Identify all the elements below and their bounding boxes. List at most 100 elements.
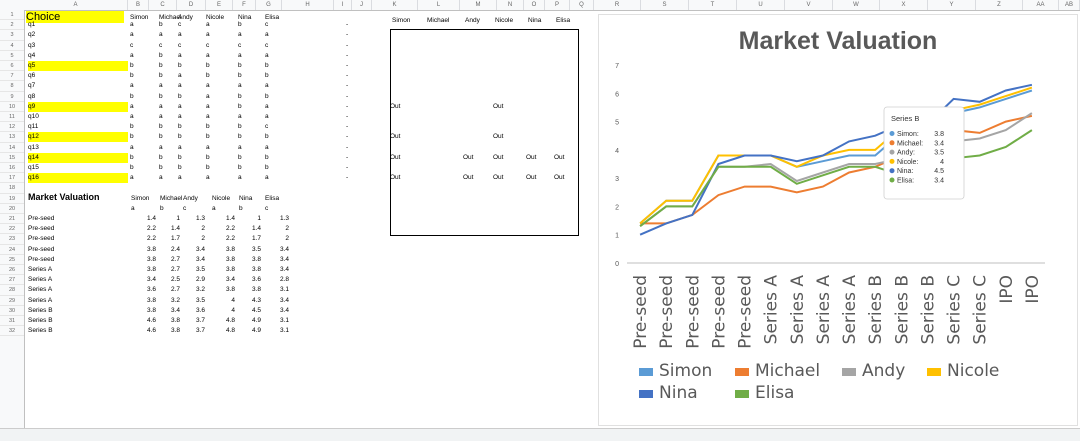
answer-cell: a xyxy=(206,21,210,29)
column-header-j[interactable]: J xyxy=(352,0,372,10)
answer-cell: b xyxy=(159,123,163,131)
tooltip-value: 4.5 xyxy=(934,168,944,175)
row-header-32[interactable]: 32 xyxy=(0,326,24,337)
column-header-c[interactable]: C xyxy=(149,0,177,10)
column-header-m[interactable]: M xyxy=(460,0,497,10)
column-header-b[interactable]: B xyxy=(128,0,149,10)
column-header-s[interactable]: S xyxy=(641,0,689,10)
row-header-14[interactable]: 14 xyxy=(0,143,24,153)
question-label: q6 xyxy=(28,72,36,80)
mv-value-cell: 3.8 xyxy=(170,327,180,335)
column-header-i[interactable]: I xyxy=(334,0,352,10)
row-header-31[interactable]: 31 xyxy=(0,316,24,327)
column-header-aa[interactable]: AA xyxy=(1023,0,1059,10)
column-header-y[interactable]: Y xyxy=(928,0,976,10)
row-header-30[interactable]: 30 xyxy=(0,306,24,316)
column-header-v[interactable]: V xyxy=(785,0,833,10)
row-header-3[interactable]: 3 xyxy=(0,30,24,41)
row-header-27[interactable]: 27 xyxy=(0,275,24,286)
tooltip-label: Michael: xyxy=(897,140,923,147)
column-header-f[interactable]: F xyxy=(233,0,256,10)
row-header-13[interactable]: 13 xyxy=(0,132,24,143)
column-header-r[interactable]: R xyxy=(594,0,641,10)
mv-value-cell: 1.4 xyxy=(225,215,235,222)
series-line-elisa xyxy=(639,129,1033,227)
answer-cell: a xyxy=(178,72,182,80)
row-header-25[interactable]: 25 xyxy=(0,255,24,265)
row-header-7[interactable]: 7 xyxy=(0,71,24,82)
column-header-w[interactable]: W xyxy=(833,0,880,10)
answer-cell: b xyxy=(178,123,182,131)
row-header-15[interactable]: 15 xyxy=(0,153,24,163)
column-header-l[interactable]: L xyxy=(418,0,460,10)
row-header-10[interactable]: 10 xyxy=(0,102,24,112)
mv-value-cell: 3.8 xyxy=(251,286,261,294)
row-header-4[interactable]: 4 xyxy=(0,41,24,51)
sheet-bottom-bar xyxy=(0,428,1080,441)
row-header-19[interactable]: 19 xyxy=(0,194,24,204)
mv-row-label: Series A xyxy=(28,296,53,304)
row-header-9[interactable]: 9 xyxy=(0,92,24,102)
column-header-o[interactable]: O xyxy=(524,0,545,10)
x-tick-label: Pre-seed xyxy=(683,275,703,349)
answer-cell: a xyxy=(206,31,210,39)
row-header-23[interactable]: 23 xyxy=(0,234,24,245)
row-header-8[interactable]: 8 xyxy=(0,81,24,92)
column-header-p[interactable]: P xyxy=(545,0,570,10)
row-header-11[interactable]: 11 xyxy=(0,112,24,123)
column-header-g[interactable]: G xyxy=(256,0,282,10)
row-header-22[interactable]: 22 xyxy=(0,224,24,235)
row-header-29[interactable]: 29 xyxy=(0,296,24,306)
question-label: q4 xyxy=(28,51,36,59)
row-header-20[interactable]: 20 xyxy=(0,204,24,214)
row-header-28[interactable]: 28 xyxy=(0,285,24,296)
series-line-nina xyxy=(639,83,1033,236)
column-header-k[interactable]: K xyxy=(372,0,418,10)
row-header-1[interactable]: 1 xyxy=(0,10,24,21)
mv-row-label: Pre-seed xyxy=(28,255,55,263)
column-header-z[interactable]: Z xyxy=(976,0,1023,10)
market-valuation-chart[interactable]: Market Valuation 0 1 2 3 4 5 6 7 Pre-seed Pre-seed… xyxy=(598,14,1078,426)
mv-value-cell: 3.6 xyxy=(251,276,261,284)
row-header-21[interactable]: 21 xyxy=(0,214,24,225)
row-header-12[interactable]: 12 xyxy=(0,122,24,133)
legend-label-nina: Nina xyxy=(659,383,698,403)
mv-table-header: Nina xyxy=(239,194,253,202)
tooltip-value: 3.5 xyxy=(934,150,944,157)
row-header-16[interactable]: 16 xyxy=(0,163,24,174)
out-box-header: Andy xyxy=(465,17,480,24)
out-box-header: Elisa xyxy=(556,17,571,24)
mv-value-cell: 4.6 xyxy=(146,327,156,335)
column-header-ab[interactable]: AB xyxy=(1059,0,1080,10)
row-header-26[interactable]: 26 xyxy=(0,265,24,276)
dash-cell: - xyxy=(346,31,349,39)
column-header-n[interactable]: N xyxy=(497,0,524,10)
x-tick-label: Series A xyxy=(840,275,860,345)
column-header-d[interactable]: D xyxy=(177,0,206,10)
mv-value-cell: 3.8 xyxy=(225,286,235,294)
dash-cell: - xyxy=(346,174,349,182)
mv-value-cell: 3.5 xyxy=(195,296,205,304)
mv-value-cell: 3.1 xyxy=(279,317,289,324)
column-header-q[interactable]: Q xyxy=(570,0,594,10)
column-header-a[interactable]: A xyxy=(24,0,128,10)
answer-cell: a xyxy=(130,82,134,90)
row-header-17[interactable]: 17 xyxy=(0,173,24,184)
answer-cell: b xyxy=(159,164,163,171)
column-header-e[interactable]: E xyxy=(206,0,233,10)
answer-cell: a xyxy=(206,51,210,59)
row-header-18[interactable]: 18 xyxy=(0,183,24,194)
row-header-6[interactable]: 6 xyxy=(0,61,24,72)
row-header-24[interactable]: 24 xyxy=(0,245,24,255)
column-header-u[interactable]: U xyxy=(737,0,785,10)
out-box-header: Michael xyxy=(427,17,450,24)
row-header-2[interactable]: 2 xyxy=(0,20,24,31)
column-header-x[interactable]: X xyxy=(880,0,928,10)
column-header-t[interactable]: T xyxy=(689,0,737,10)
answer-cell: b xyxy=(265,153,269,161)
mv-row-label: Series A xyxy=(28,266,53,273)
column-header-h[interactable]: H xyxy=(282,0,334,10)
mv-value-cell: 3.8 xyxy=(225,255,235,263)
row-header-5[interactable]: 5 xyxy=(0,51,24,61)
x-tick-label: Pre-seed xyxy=(657,275,677,349)
